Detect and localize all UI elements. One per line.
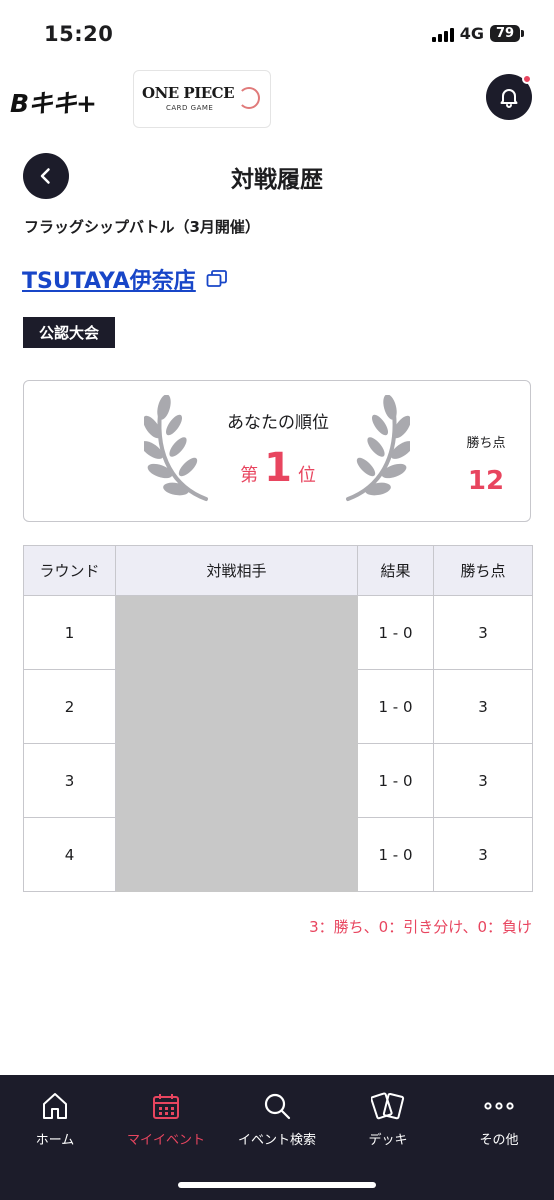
signal-icon xyxy=(431,26,454,42)
status-time: 15:20 xyxy=(44,22,114,46)
opponent-cell-redacted xyxy=(115,669,358,744)
search-icon xyxy=(264,1093,291,1120)
nav-item-event-search[interactable]: イベント検索 xyxy=(222,1087,332,1148)
app-header: Bキキ+ ONE PIECE CARD GAME xyxy=(0,66,554,132)
points-label: 勝ち点 xyxy=(466,436,506,451)
rank-label: あなたの順位 xyxy=(227,413,329,433)
nav-label: マイイベント xyxy=(126,1133,205,1148)
nav-label: その他 xyxy=(479,1133,519,1148)
battery-level: 79 xyxy=(490,25,520,42)
status-bar: 15:20 4G 79 xyxy=(0,0,554,66)
points-value: 12 xyxy=(467,466,505,496)
round-cell: 2 xyxy=(23,669,116,744)
network-type: 4G xyxy=(459,24,484,43)
header-opponent: 対戦相手 xyxy=(115,545,358,596)
rank-number: 1 xyxy=(264,445,292,491)
opponent-cell-redacted xyxy=(115,595,358,670)
tournament-type-badge: 公認大会 xyxy=(23,317,116,348)
battery-icon: 79 xyxy=(490,25,524,42)
result-cell: 1 - 0 xyxy=(357,743,434,818)
calendar-icon xyxy=(153,1094,179,1119)
result-cell: 1 - 0 xyxy=(357,817,434,892)
points-cell: 3 xyxy=(433,817,533,892)
nav-item-my-events[interactable]: マイイベント xyxy=(111,1087,221,1148)
points-cell: 3 xyxy=(433,669,533,744)
notification-button[interactable] xyxy=(486,74,532,120)
rank-prefix: 第 xyxy=(240,465,259,486)
brand-logo[interactable]: Bキキ+ xyxy=(10,84,97,120)
result-cell: 1 - 0 xyxy=(357,669,434,744)
page-title: 対戦履歴 xyxy=(231,167,323,193)
nav-item-deck[interactable]: デッキ xyxy=(333,1087,443,1148)
game-logo-subtitle: CARD GAME xyxy=(166,104,214,112)
nav-label: ホーム xyxy=(35,1133,75,1148)
game-logo[interactable]: ONE PIECE CARD GAME xyxy=(133,70,271,128)
store-name[interactable]: TSUTAYA伊奈店 xyxy=(22,263,196,295)
store-link[interactable]: TSUTAYA伊奈店 xyxy=(22,263,228,295)
external-link-icon xyxy=(206,270,227,287)
header-result: 結果 xyxy=(357,545,434,596)
table-row: 1 1 - 0 3 xyxy=(23,595,533,670)
rank-suffix: 位 xyxy=(297,465,316,486)
table-row: 2 1 - 0 3 xyxy=(23,669,533,744)
more-icon xyxy=(484,1102,514,1110)
points-legend: 3：勝ち、0：引き分け、0：負け xyxy=(309,918,532,936)
header-points: 勝ち点 xyxy=(433,545,533,596)
result-cell: 1 - 0 xyxy=(357,595,434,670)
event-name: フラッグシップバトル（3月開催） xyxy=(24,218,260,236)
bell-icon xyxy=(500,89,518,108)
table-row: 4 1 - 0 3 xyxy=(23,817,533,892)
header-round: ラウンド xyxy=(23,545,116,596)
results-table: ラウンド 対戦相手 結果 勝ち点 1 1 - 0 3 2 1 - 0 3 3 1… xyxy=(23,545,533,892)
round-cell: 3 xyxy=(23,743,116,818)
nav-item-home[interactable]: ホーム xyxy=(0,1087,110,1148)
nav-label: イベント検索 xyxy=(237,1133,316,1148)
laurel-right-icon xyxy=(346,395,410,501)
game-logo-title: ONE PIECE xyxy=(142,84,235,102)
game-logo-mark-icon xyxy=(238,87,260,109)
round-cell: 4 xyxy=(23,817,116,892)
home-indicator xyxy=(178,1182,376,1188)
nav-item-more[interactable]: その他 xyxy=(444,1087,554,1148)
rank-value: 第 1 位 xyxy=(209,445,347,491)
notification-dot xyxy=(522,74,532,84)
points-cell: 3 xyxy=(433,743,533,818)
home-icon xyxy=(43,1093,67,1119)
cards-icon xyxy=(371,1092,405,1120)
nav-label: デッキ xyxy=(368,1133,408,1148)
points-cell: 3 xyxy=(433,595,533,670)
status-indicators: 4G 79 xyxy=(431,24,524,43)
table-header-row: ラウンド 対戦相手 結果 勝ち点 xyxy=(23,545,533,596)
rank-card: あなたの順位 第 1 位 勝ち点 12 xyxy=(23,380,531,522)
opponent-cell-redacted xyxy=(115,743,358,818)
round-cell: 1 xyxy=(23,595,116,670)
table-row: 3 1 - 0 3 xyxy=(23,743,533,818)
opponent-cell-redacted xyxy=(115,817,358,892)
